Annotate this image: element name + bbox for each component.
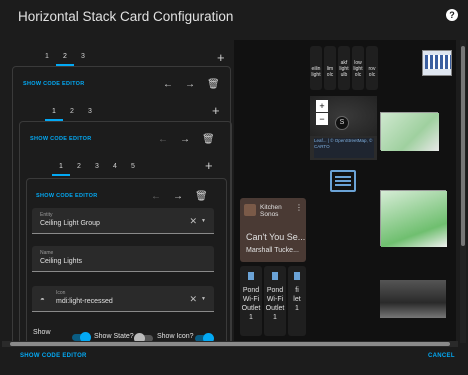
cancel-button[interactable]: CANCEL [428, 353, 455, 359]
show-state-label: Show State? [94, 333, 134, 340]
clear-icon[interactable]: ✕ [189, 294, 197, 305]
preview-light-card[interactable]: low light olc [352, 46, 364, 90]
tab-3[interactable]: 3 [74, 52, 92, 66]
tab-4[interactable]: 4 [106, 162, 124, 176]
outlet-card[interactable]: Pond Wi-Fi Outlet 1 [264, 266, 286, 336]
add-card-icon[interactable]: + [212, 104, 220, 117]
icon-value: mdi:light-recessed [56, 298, 113, 305]
outlet-icon [272, 272, 278, 280]
delete-icon[interactable]: 🗑 [202, 135, 215, 145]
arrow-left-icon[interactable]: ← [163, 80, 173, 90]
garage-door-icon[interactable] [330, 170, 356, 192]
preview-light-card[interactable]: akf light ulb [338, 46, 350, 90]
preview-light-card[interactable]: eilin light [310, 46, 322, 90]
arrow-left-icon[interactable]: ← [158, 135, 168, 145]
help-icon[interactable]: ? [446, 9, 458, 21]
sonos-speaker-icon [244, 204, 256, 216]
show-code-editor-button[interactable]: SHOW CODE EDITOR [36, 193, 98, 199]
camera-thumbnail[interactable] [380, 280, 446, 318]
show-name-toggle[interactable] [72, 332, 91, 343]
preview-light-card[interactable]: rov olc [366, 46, 378, 90]
tab-1[interactable]: 1 [38, 52, 56, 66]
arrow-left-icon[interactable]: ← [151, 192, 161, 202]
media-title: Can't You Se... [246, 232, 306, 242]
map-card[interactable]: + − S Leaf... | © OpenStreetMap, © CARTO [310, 96, 377, 160]
entity-label: Entity [40, 212, 53, 218]
icon-label: Icon [56, 290, 66, 296]
media-device-name: Kitchen Sonos [260, 204, 282, 218]
level2-tabs: 1 2 3 [45, 107, 99, 121]
tab-2[interactable]: 2 [63, 107, 81, 121]
tab-5[interactable]: 5 [124, 162, 142, 176]
radar-map-thumbnail [380, 112, 439, 151]
radar-map-thumbnail [380, 190, 447, 247]
arrow-right-icon[interactable]: → [173, 192, 183, 202]
arrow-right-icon[interactable]: → [185, 80, 195, 90]
show-code-editor-button[interactable]: SHOW CODE EDITOR [23, 81, 85, 87]
name-value: Ceiling Lights [40, 258, 83, 265]
tab-3[interactable]: 3 [81, 107, 99, 121]
delete-icon[interactable]: 🗑 [195, 192, 208, 202]
tab-3[interactable]: 3 [88, 162, 106, 176]
level1-tabs: 1 2 3 [38, 52, 92, 66]
tab-2[interactable]: 2 [56, 52, 74, 66]
tab-1[interactable]: 1 [45, 107, 63, 121]
dropdown-icon[interactable]: ▼ [201, 218, 206, 224]
outlet-icon [248, 272, 254, 280]
outlet-icon [294, 272, 300, 280]
zoom-out-button[interactable]: − [316, 113, 328, 125]
show-label: Show [33, 329, 51, 336]
tab-2[interactable]: 2 [70, 162, 88, 176]
arrow-right-icon[interactable]: → [180, 135, 190, 145]
show-code-editor-button[interactable]: SHOW CODE EDITOR [30, 136, 92, 142]
add-card-icon[interactable]: + [205, 159, 213, 172]
horizontal-scrollbar[interactable] [2, 341, 458, 347]
preview-light-card[interactable]: lim olc [324, 46, 336, 90]
name-field[interactable]: Name Ceiling Lights [32, 246, 214, 272]
media-artist: Marshall Tucke... [246, 247, 299, 254]
stack-editor: 1 2 3 + SHOW CODE EDITOR ← → 🗑 1 2 3 + S… [2, 38, 233, 341]
entity-field[interactable]: Entity Ceiling Light Group ✕ ▼ [32, 208, 214, 234]
media-player-card[interactable]: Kitchen Sonos ⋮ Can't You Se... Marshall… [240, 198, 306, 262]
name-label: Name [40, 250, 54, 256]
show-icon-label: Show Icon? [157, 333, 194, 340]
map-attribution: Leaf... | © OpenStreetMap, © CARTO [314, 138, 374, 158]
dialog-title: Horizontal Stack Card Configuration [18, 9, 234, 24]
show-code-editor-button[interactable]: SHOW CODE EDITOR [20, 353, 87, 359]
more-vert-icon[interactable]: ⋮ [295, 203, 303, 212]
home-marker-icon: S [335, 116, 349, 130]
zoom-in-button[interactable]: + [316, 100, 328, 112]
level3-tabs: 1 2 3 4 5 [52, 162, 142, 176]
add-card-icon[interactable]: + [217, 51, 225, 64]
card-config-dialog: Horizontal Stack Card Configuration ? 1 … [0, 0, 468, 375]
weather-radar-thumbnail [422, 50, 452, 76]
dropdown-icon[interactable]: ▼ [201, 296, 206, 302]
entity-value: Ceiling Light Group [40, 220, 100, 227]
outlet-card[interactable]: Pond Wi-Fi Outlet 1 [240, 266, 262, 336]
vertical-scrollbar[interactable] [460, 40, 466, 343]
light-recessed-icon: ◓ [40, 295, 45, 304]
clear-icon[interactable]: ✕ [189, 216, 197, 227]
icon-field[interactable]: ◓ Icon mdi:light-recessed ✕ ▼ [32, 286, 214, 312]
card-preview: eilin light lim olc akf light ulb low li… [234, 40, 456, 343]
tab-1[interactable]: 1 [52, 162, 70, 176]
delete-icon[interactable]: 🗑 [207, 80, 220, 90]
outlet-card[interactable]: fi let 1 [288, 266, 306, 336]
